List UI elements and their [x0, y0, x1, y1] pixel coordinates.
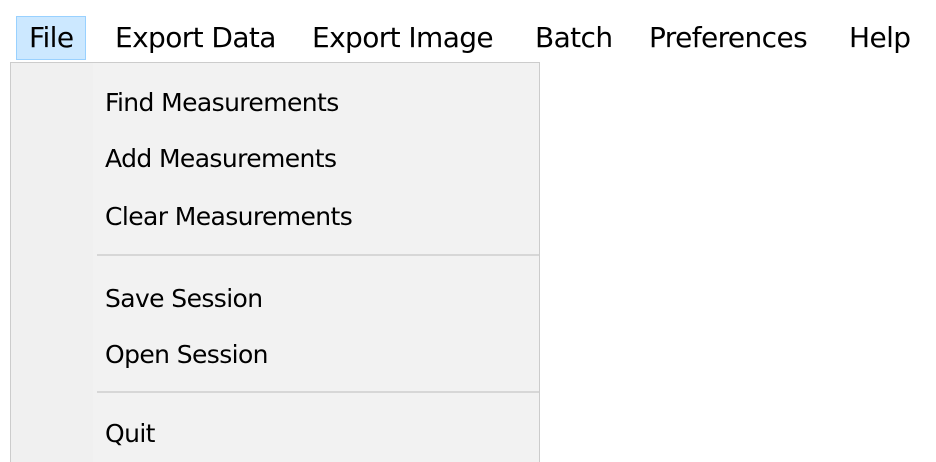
menu-file[interactable]: File	[16, 16, 87, 60]
menu-separator	[97, 254, 539, 256]
menu-item-label: Save Session	[105, 284, 263, 313]
main-content-area	[540, 64, 936, 460]
menu-export-image[interactable]: Export Image	[300, 16, 505, 60]
menu-item-open-session[interactable]: Open Session	[11, 327, 539, 383]
menu-item-label: Find Measurements	[105, 88, 339, 117]
menu-batch[interactable]: Batch	[523, 16, 625, 60]
menu-preferences[interactable]: Preferences	[637, 16, 819, 60]
menu-item-save-session[interactable]: Save Session	[11, 271, 539, 327]
menu-item-quit[interactable]: Quit	[11, 406, 539, 462]
file-dropdown-menu: Find Measurements Add Measurements Clear…	[10, 62, 540, 462]
menu-item-find-measurements[interactable]: Find Measurements	[11, 75, 539, 131]
menu-item-label: Clear Measurements	[105, 202, 353, 231]
menu-separator	[97, 391, 539, 393]
menu-item-label: Open Session	[105, 340, 269, 369]
menu-help[interactable]: Help	[837, 16, 922, 60]
menu-item-label: Add Measurements	[105, 144, 337, 173]
menu-item-label: Quit	[105, 419, 155, 448]
menu-item-add-measurements[interactable]: Add Measurements	[11, 131, 539, 187]
menu-bar: File Export Data Export Image Batch Pref…	[0, 0, 936, 64]
menu-export-data[interactable]: Export Data	[103, 16, 288, 60]
menu-item-clear-measurements[interactable]: Clear Measurements	[11, 189, 539, 245]
